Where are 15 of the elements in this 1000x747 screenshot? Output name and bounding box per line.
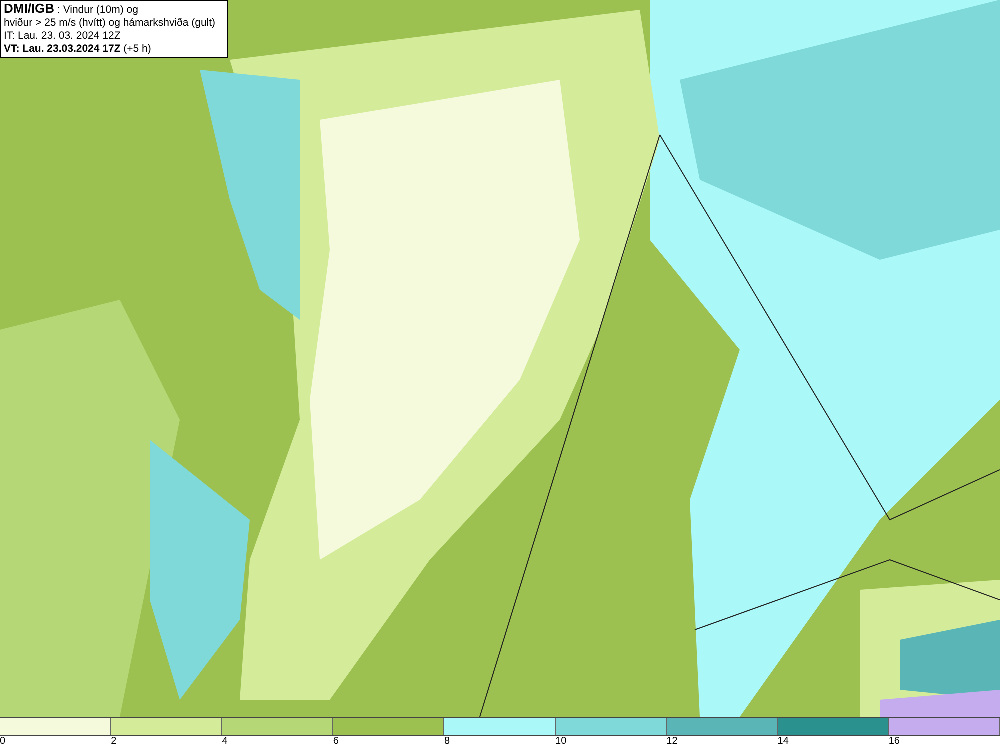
forecast-offset: (+5 h) (122, 43, 152, 55)
legend-tick-label: 2 (111, 736, 117, 747)
legend-tick-label: 14 (778, 736, 789, 747)
legend-tick-label: 0 (0, 736, 6, 747)
legend-tick-label: 6 (333, 736, 339, 747)
source-label: DMI/IGB (4, 1, 55, 16)
map-title: : Vindur (10m) og (56, 4, 138, 16)
issue-time: IT: Lau. 23. 03. 2024 12Z (4, 30, 122, 43)
legend-tick-label: 4 (222, 736, 228, 747)
legend-tick-label: 12 (666, 736, 678, 747)
legend-tick-label: 16 (888, 736, 900, 747)
legend-tick-label: 8 (444, 736, 450, 747)
legend-tick-label: 10 (556, 736, 567, 747)
map-subtitle: hviður > 25 m/s (hvítt) og hámarkshviða (gult) (4, 17, 217, 30)
valid-time: VT: Lau. 23.03.2024 17Z (4, 43, 121, 55)
